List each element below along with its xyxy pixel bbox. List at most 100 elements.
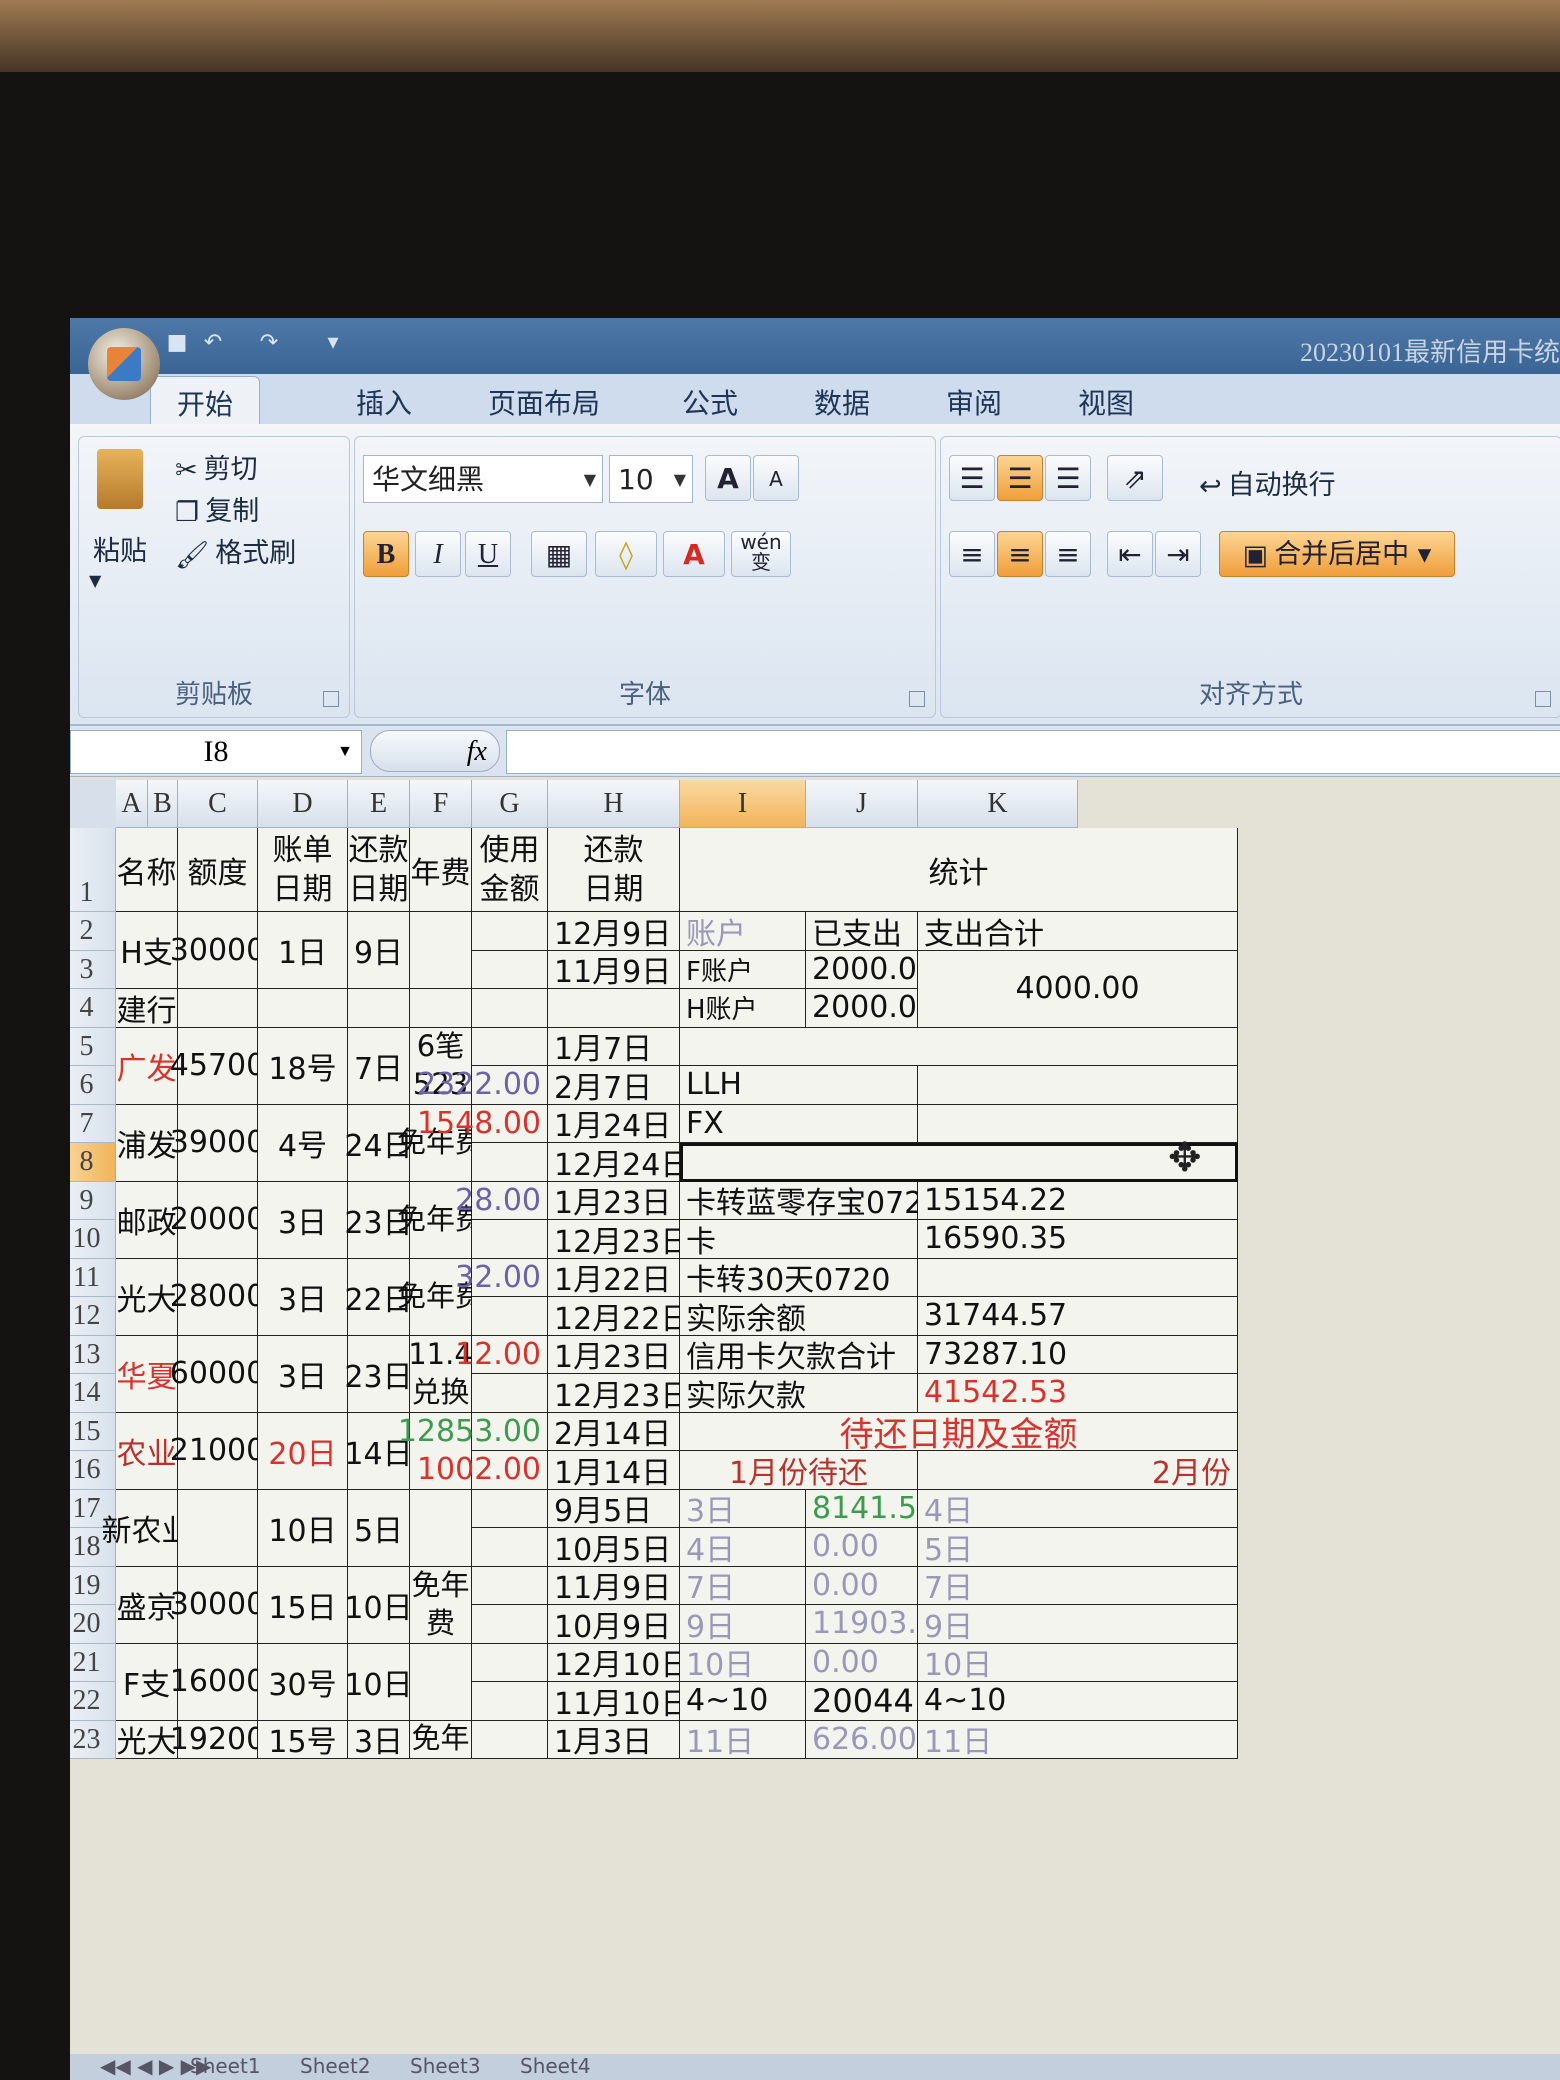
sheet-tab-3[interactable]: Sheet3 — [410, 2054, 481, 2078]
stats-label-r11[interactable]: 卡转30天0720 — [680, 1258, 918, 1298]
tab-home[interactable]: 开始 — [150, 376, 261, 431]
font-size-combo[interactable]: 10 ▼ — [609, 455, 693, 503]
card-bill-date[interactable]: 1日 — [258, 912, 348, 989]
repay-date-cell[interactable]: 10月9日 — [548, 1605, 680, 1645]
card-bill-date[interactable]: 3日 — [258, 1335, 348, 1413]
row-header-9[interactable]: 9 — [70, 1181, 116, 1220]
repay-date-cell[interactable]: 12月23日 — [548, 1220, 690, 1260]
used-amount-cell[interactable]: 12.00 — [455, 1335, 548, 1374]
row-header-11[interactable]: 11 — [70, 1258, 116, 1297]
card-bill-date[interactable]: 15日 — [258, 1566, 348, 1644]
row-header-21[interactable]: 21 — [70, 1643, 116, 1682]
row-header-16[interactable]: 16 — [70, 1451, 116, 1490]
card-limit[interactable]: 28000 — [170, 1258, 265, 1336]
italic-button[interactable]: I — [415, 531, 461, 577]
used-amount-cell[interactable] — [472, 1528, 548, 1567]
row-header-3[interactable]: 3 — [70, 950, 116, 989]
row-header-4[interactable]: 4 — [70, 989, 116, 1028]
insert-function-button[interactable]: fx — [370, 730, 500, 772]
stats-spent-header[interactable]: 已支出 — [806, 912, 918, 952]
used-amount-cell[interactable]: 12853.00 — [398, 1412, 548, 1451]
stats-label-r13[interactable]: 信用卡欠款合计 — [680, 1335, 918, 1375]
used-amount-cell[interactable] — [472, 989, 548, 1028]
card-limit[interactable]: 19200 — [170, 1720, 265, 1759]
column-header-k[interactable]: K — [918, 780, 1078, 828]
sheet-tab-1[interactable]: Sheet1 — [190, 2054, 261, 2078]
card-annual-fee[interactable] — [410, 1489, 472, 1567]
repay-date-cell[interactable]: 2月7日 — [548, 1066, 680, 1106]
card-annual-fee[interactable]: 免年 — [410, 1720, 472, 1759]
shrink-font-button[interactable]: A — [753, 455, 799, 501]
pending-amount[interactable]: 0.00 — [806, 1566, 918, 1605]
stats-total-value[interactable]: 4000.00 — [918, 950, 1238, 1028]
card-repay-day[interactable]: 3日 — [348, 1720, 410, 1760]
row-header-8[interactable]: 8 — [70, 1143, 116, 1182]
header-bill-date[interactable]: 账单 日期 — [258, 828, 348, 912]
row-header-14[interactable]: 14 — [70, 1374, 116, 1413]
used-amount-cell[interactable] — [472, 1143, 548, 1182]
pending-day[interactable]: 4~10 — [680, 1682, 806, 1721]
card-limit[interactable]: 16000 — [170, 1643, 265, 1721]
llh-value[interactable] — [918, 1066, 1238, 1105]
column-header-j[interactable]: J — [806, 780, 918, 828]
used-amount-cell[interactable]: 1548.00 — [417, 1104, 548, 1143]
selected-cell-i8[interactable] — [680, 1143, 1238, 1182]
increase-indent-icon[interactable]: ⇥ — [1155, 531, 1201, 577]
orientation-icon[interactable]: ⇗ — [1107, 455, 1163, 501]
card-bill-date[interactable]: 30号 — [258, 1643, 348, 1721]
repay-date-cell[interactable]: 12月24日 — [548, 1143, 690, 1183]
card-name[interactable]: F支 — [116, 1643, 178, 1721]
pending-day-feb[interactable]: 4日 — [918, 1489, 1238, 1529]
repay-date-cell[interactable]: 1月14日 — [548, 1451, 680, 1491]
used-amount-cell[interactable] — [472, 912, 548, 951]
card-name[interactable]: H支 — [116, 912, 178, 989]
stats-label-r9[interactable]: 卡转蓝零存宝0720 — [680, 1181, 942, 1221]
undo-icon[interactable]: ↶ — [200, 330, 226, 356]
header-limit[interactable]: 额度 — [178, 828, 258, 912]
column-header-i[interactable]: I — [680, 780, 806, 828]
card-limit[interactable]: 30000 — [170, 912, 265, 989]
card-limit[interactable]: 20000 — [170, 1181, 265, 1259]
card-limit[interactable]: 30000 — [170, 1566, 265, 1644]
row-header-2[interactable]: 2 — [70, 912, 116, 951]
font-launcher-icon[interactable] — [909, 691, 925, 707]
paste-dropdown-icon[interactable]: ▼ — [89, 571, 101, 590]
tab-formulas[interactable]: 公式 — [682, 382, 738, 422]
stats-value-r11[interactable] — [918, 1258, 1238, 1297]
fill-color-icon[interactable]: ◊ — [595, 531, 657, 577]
row-header-20[interactable]: 20 — [70, 1605, 116, 1644]
row-header-15[interactable]: 15 — [70, 1412, 116, 1451]
card-repay-day[interactable]: 5日 — [348, 1489, 410, 1567]
pending-amount[interactable]: 0.00 — [806, 1528, 918, 1567]
pending-amount[interactable]: 0.00 — [806, 1643, 918, 1682]
card-limit[interactable] — [178, 989, 258, 1028]
pending-day-feb[interactable]: 11日 — [918, 1720, 1238, 1760]
pending-amount[interactable]: 20044.50 — [806, 1682, 965, 1721]
sheet-tab-4[interactable]: Sheet4 — [520, 2054, 591, 2078]
row-header-6[interactable]: 6 — [70, 1066, 116, 1105]
f-account-spent[interactable]: 2000.00 — [806, 950, 936, 989]
repay-date-cell[interactable]: 1月23日 — [548, 1335, 680, 1375]
decrease-indent-icon[interactable]: ⇤ — [1107, 531, 1153, 577]
card-repay-day[interactable]: 10日 — [344, 1643, 413, 1721]
merge-center-button[interactable]: ▣ 合并后居中 ▾ — [1219, 531, 1455, 577]
header-name[interactable]: 名称 — [116, 828, 178, 912]
column-header-f[interactable]: F — [410, 780, 472, 828]
card-limit[interactable]: 39000 — [170, 1104, 265, 1182]
row-header-5[interactable]: 5 — [70, 1027, 116, 1066]
card-name[interactable]: 盛京 — [116, 1566, 178, 1644]
card-bill-date[interactable]: 15号 — [258, 1720, 348, 1760]
card-bill-date[interactable]: 10日 — [258, 1489, 348, 1567]
used-amount-cell[interactable] — [472, 1374, 548, 1413]
pending-title[interactable]: 待还日期及金额 — [680, 1412, 1238, 1455]
pending-amount[interactable]: 8141.50 — [806, 1489, 936, 1528]
repay-date-cell[interactable]: 1月23日 — [548, 1181, 680, 1221]
row-header-23[interactable]: 23 — [70, 1720, 116, 1759]
card-name[interactable]: 建行 — [116, 989, 178, 1029]
repay-date-cell[interactable]: 1月24日 — [548, 1104, 680, 1144]
font-color-button[interactable]: A — [663, 531, 725, 577]
card-name[interactable]: 新农业 — [102, 1489, 192, 1567]
repay-date-cell[interactable] — [548, 989, 680, 1028]
paste-button[interactable]: 粘贴 — [93, 529, 147, 568]
column-header-a[interactable]: A — [116, 780, 148, 828]
